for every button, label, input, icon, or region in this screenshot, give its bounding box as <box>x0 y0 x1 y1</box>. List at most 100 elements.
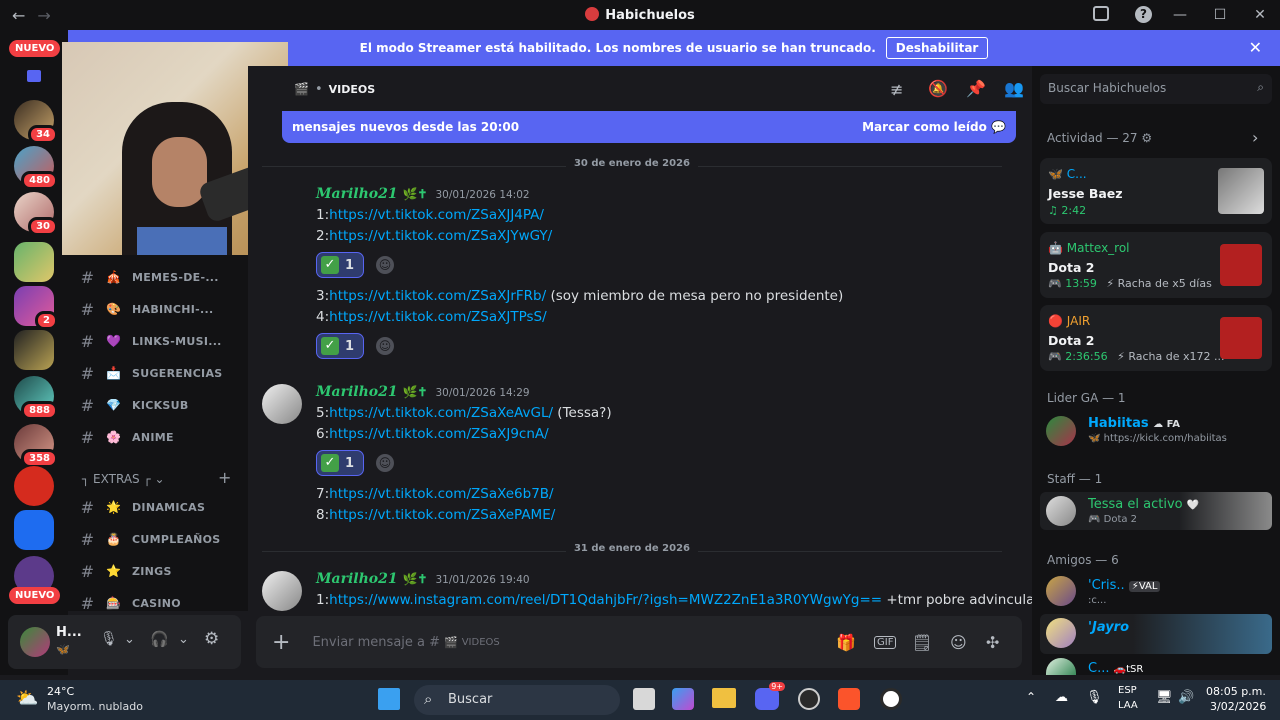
add-reaction-icon[interactable]: ☺ <box>376 454 394 472</box>
lang-code[interactable]: ESP <box>1118 685 1137 696</box>
gear-icon[interactable]: ⚙ <box>204 629 219 649</box>
task-view-icon[interactable] <box>633 688 655 710</box>
clock-date[interactable]: 3/02/2026 <box>1210 700 1266 713</box>
category-extras[interactable]: ┐ EXTRAS ┌ ⌄ <box>82 472 165 486</box>
message-link[interactable]: https://vt.tiktok.com/ZSaXJrFRb/ <box>329 288 546 304</box>
channel-item[interactable]: # 💎 KICKSUB <box>68 390 248 420</box>
search-input[interactable]: Buscar Habichuelos ⌕ <box>1040 74 1272 104</box>
clock-time[interactable]: 08:05 p.m. <box>1206 685 1266 698</box>
channel-item[interactable]: # 📩 SUGERENCIAS <box>68 358 248 388</box>
close-banner-icon[interactable]: ✕ <box>1249 38 1262 57</box>
obs-icon[interactable] <box>798 688 820 710</box>
message-link[interactable]: https://vt.tiktok.com/ZSaXJJ4PA/ <box>329 207 544 223</box>
reaction-check[interactable]: ✓ 1 <box>316 252 364 278</box>
chevron-down-icon[interactable]: ⌄ <box>124 632 135 647</box>
activity-card[interactable]: 🦋 C... Jesse Baez ♫ 2:42 <box>1040 158 1272 224</box>
member-name[interactable]: 'Cris.. ⚡VAL <box>1088 578 1161 593</box>
message-link[interactable]: https://www.instagram.com/reel/DT1Qdahjb… <box>329 592 882 608</box>
channel-item[interactable]: # 🌸 ANIME <box>68 422 248 452</box>
m365-icon[interactable] <box>672 688 694 710</box>
threads-icon[interactable]: ≢ <box>890 80 903 99</box>
message-link[interactable]: https://vt.tiktok.com/ZSaXJ9cnA/ <box>329 426 549 442</box>
mark-as-read-button[interactable]: Marcar como leído 💬 <box>862 120 1006 134</box>
taskbar-search[interactable]: ⌕ Buscar <box>414 685 620 715</box>
minimize-icon[interactable]: — <box>1160 7 1200 23</box>
add-channel-icon[interactable]: + <box>218 468 231 487</box>
activity-card[interactable]: 🔴 JAIR Dota 2 🎮 2:36:56 ⚡ Racha de x172 … <box>1040 305 1272 371</box>
member-name[interactable]: Habiitas ☁ FA <box>1088 416 1180 431</box>
avatar[interactable] <box>1046 618 1076 648</box>
add-reaction-icon[interactable]: ☺ <box>376 337 394 355</box>
avatar[interactable] <box>1046 416 1076 446</box>
channel-item[interactable]: # ⭐ ZINGS <box>68 556 248 586</box>
channel-item[interactable]: # 🎨 HABINCHI-... <box>68 294 248 324</box>
member-list-icon[interactable]: 👥 <box>1004 79 1024 98</box>
channel-item[interactable]: # 💜 LINKS-MUSI... <box>68 326 248 356</box>
message-link[interactable]: https://vt.tiktok.com/ZSaXe6b7B/ <box>329 486 553 502</box>
author-name[interactable]: Marilho21 <box>316 571 398 587</box>
channel-item[interactable]: # 🎂 CUMPLEAÑOS <box>68 524 248 554</box>
inbox-icon[interactable] <box>1093 6 1109 21</box>
message-composer[interactable]: + Enviar mensaje a # 🎬 VIDEOS 🎁 GIF 🗒 ☺ … <box>256 616 1022 668</box>
message-author[interactable]: Marilho21 🌿✝ 30/01/2026 14:02 <box>316 186 530 202</box>
file-explorer-icon[interactable] <box>712 688 736 708</box>
channel-item[interactable]: # 🌟 DINAMICAS <box>68 492 248 522</box>
server-icon-6[interactable] <box>14 330 54 370</box>
server-icon-8[interactable]: 358 <box>14 424 58 468</box>
avatar[interactable] <box>20 627 50 657</box>
server-icon-1[interactable]: 34 <box>14 100 58 144</box>
network-icon[interactable]: 🖥 <box>1156 690 1173 705</box>
chevron-right-icon[interactable]: › <box>1252 128 1258 147</box>
pin-icon[interactable]: 📌 <box>966 79 986 98</box>
sticker-icon[interactable]: 🗒 <box>912 633 932 652</box>
server-icon-10[interactable] <box>14 510 54 550</box>
new-badge-bottom[interactable]: NUEVO <box>9 587 61 604</box>
microphone-icon[interactable]: 🎙 <box>1086 690 1103 705</box>
message-link[interactable]: https://vt.tiktok.com/ZSaXJYwGY/ <box>329 228 552 244</box>
channel-item[interactable]: # 🎪 MEMES-DE-... <box>68 262 248 292</box>
cloud-icon[interactable]: ☁ <box>1055 690 1068 705</box>
channel-item[interactable]: # 🎰 CASINO <box>68 588 248 618</box>
new-badge-top[interactable]: NUEVO <box>9 40 61 57</box>
avatar[interactable] <box>1046 496 1076 526</box>
server-icon-9[interactable] <box>14 466 54 506</box>
avatar[interactable] <box>262 384 302 424</box>
message-link[interactable]: https://vt.tiktok.com/ZSaXePAME/ <box>329 507 555 523</box>
message-link[interactable]: https://vt.tiktok.com/ZSaXJTPsS/ <box>329 309 547 325</box>
message-author[interactable]: Marilho21 🌿✝ 31/01/2026 19:40 <box>316 571 530 587</box>
chevron-down-icon[interactable]: ⌄ <box>178 632 189 647</box>
chevron-up-icon[interactable]: ⌃ <box>1026 690 1036 704</box>
disable-streamer-button[interactable]: Deshabilitar <box>885 37 989 59</box>
folder-icon[interactable] <box>27 70 41 82</box>
microphone-icon[interactable]: 🎙 <box>100 631 118 647</box>
gift-icon[interactable]: 🎁 <box>836 633 856 652</box>
brave-icon[interactable] <box>838 688 860 710</box>
author-name[interactable]: Marilho21 <box>316 384 398 400</box>
message-link[interactable]: https://vt.tiktok.com/ZSaXeAvGL/ <box>329 405 553 421</box>
notifications-muted-icon[interactable]: 🔕 <box>928 79 948 98</box>
add-reaction-icon[interactable]: ☺ <box>376 256 394 274</box>
apps-icon[interactable]: ✣ <box>986 633 999 652</box>
message-author[interactable]: Marilho21 🌿✝ 30/01/2026 14:29 <box>316 384 530 400</box>
avatar[interactable] <box>1046 576 1076 606</box>
reaction-check[interactable]: ✓ 1 <box>316 450 364 476</box>
server-icon-7[interactable]: 888 <box>14 376 58 420</box>
maximize-icon[interactable]: ☐ <box>1200 7 1240 23</box>
gear-icon[interactable]: ⚙ <box>1141 131 1152 145</box>
emoji-icon[interactable]: ☺ <box>950 633 967 652</box>
discord-icon[interactable]: 9+ <box>755 682 785 710</box>
member-name[interactable]: C... 🚗tSR <box>1088 661 1143 676</box>
lang-layout[interactable]: LAA <box>1118 700 1138 711</box>
headphones-icon[interactable]: 🎧 <box>150 630 169 648</box>
server-icon-3[interactable]: 30 <box>14 192 58 236</box>
windows-start-icon[interactable] <box>378 688 400 710</box>
server-icon-5[interactable]: 2 <box>14 286 58 330</box>
volume-icon[interactable]: 🔊 <box>1178 690 1194 705</box>
app-icon[interactable] <box>880 688 902 710</box>
weather-icon[interactable]: ⛅ <box>16 688 38 709</box>
unread-bar[interactable]: mensajes nuevos desde las 20:00 Marcar c… <box>282 111 1016 143</box>
reaction-check[interactable]: ✓ 1 <box>316 333 364 359</box>
member-name[interactable]: 'Jayro <box>1088 620 1129 635</box>
close-window-icon[interactable]: ✕ <box>1240 7 1280 23</box>
author-name[interactable]: Marilho21 <box>316 186 398 202</box>
